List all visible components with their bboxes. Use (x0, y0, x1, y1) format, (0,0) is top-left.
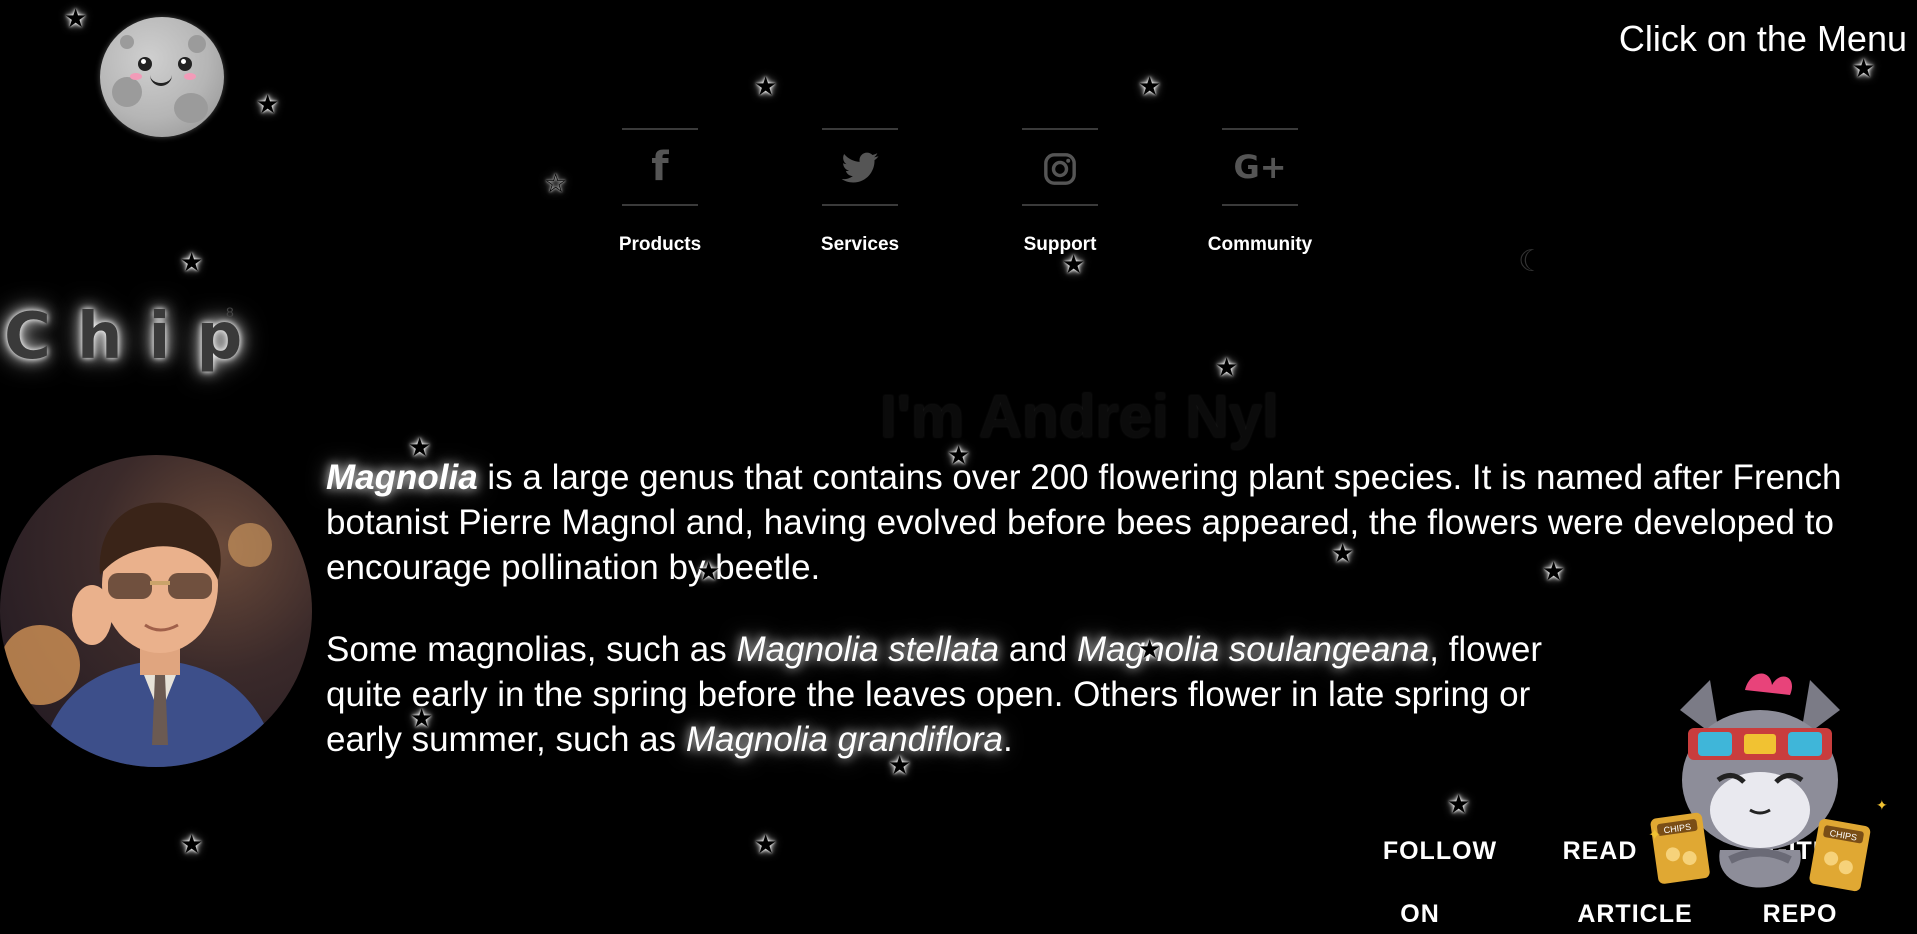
twitter-icon[interactable] (822, 128, 898, 206)
star-icon: ★ (1215, 353, 1239, 383)
paragraph-magnolia-flowering: Some magnolias, such as Magnolia stellat… (326, 627, 1586, 762)
crescent-moon-icon: ☾ (1518, 244, 1545, 279)
moon-crater (112, 77, 142, 107)
avatar-illustration (0, 502, 280, 767)
paragraph-text: is a large genus that contains over 200 … (326, 458, 1842, 587)
link-line[interactable]: ON (1320, 883, 1520, 934)
moon-crater (174, 93, 208, 123)
nav-label-community[interactable]: Community (1208, 234, 1313, 256)
paragraph-text: . (1002, 720, 1013, 759)
star-icon: ★ (888, 751, 912, 781)
twitter-bird-glyph (841, 152, 879, 183)
star-icon: ★ (697, 557, 721, 587)
facebook-icon[interactable]: f (622, 128, 698, 206)
sparkle-decoration: ✦ (1648, 827, 1661, 844)
star-icon: ★ (754, 830, 778, 860)
paragraph-magnolia-intro: Magnolia is a large genus that contains … (326, 455, 1886, 590)
moon-crater (120, 35, 134, 49)
nav-label-services[interactable]: Services (821, 234, 899, 256)
star-icon: ☆ (544, 169, 568, 199)
page: Click on the Menu f Products Services Su… (0, 0, 1917, 934)
nav-label-support[interactable]: Support (1024, 234, 1097, 256)
nav-item-services[interactable]: Services (820, 128, 900, 255)
star-icon: ★ (1447, 790, 1471, 820)
hero-headline: I'm Andrei Nyl (880, 383, 1279, 450)
cat-mascot: CHIPS CHIPS ✦ ✦ (1648, 673, 1888, 892)
species-name: Magnolia soulangeana (1077, 630, 1430, 669)
moon-eye (178, 57, 192, 71)
star-icon: ★ (180, 830, 204, 860)
nav-item-support[interactable]: Support (1020, 128, 1100, 255)
star-icon: ★ (408, 433, 432, 463)
star-icon: ★ (1542, 557, 1566, 587)
profile-avatar (0, 455, 312, 767)
moon-eye (138, 57, 152, 71)
star-icon: ★ (64, 4, 88, 34)
paragraph-text: Some magnolias, such as (326, 630, 737, 669)
species-name: Magnolia stellata (736, 630, 1000, 669)
moon-blush (184, 73, 196, 80)
star-icon: ★ (410, 704, 434, 734)
star-icon: ★ (1331, 539, 1355, 569)
chip-superscript: 8 (226, 304, 234, 320)
paragraph-text: and (999, 630, 1077, 669)
moon-logo[interactable] (100, 17, 224, 137)
instagram-icon[interactable] (1022, 128, 1098, 206)
species-name: Magnolia grandiflora (685, 720, 1003, 759)
nav-item-products[interactable]: f Products (619, 128, 701, 255)
star-icon: ★ (1138, 72, 1162, 102)
star-icon: ★ (256, 90, 280, 120)
star-icon: ★ (1062, 250, 1086, 280)
moon-smile (150, 71, 172, 86)
sparkle-decoration: ✦ (1876, 797, 1888, 813)
nav-item-community[interactable]: G+ Community (1208, 128, 1312, 255)
moon-blush (130, 73, 142, 80)
star-icon: ★ (754, 72, 778, 102)
nav-label-products[interactable]: Products (619, 234, 701, 256)
star-icon: ★ (1852, 54, 1876, 84)
google-plus-icon[interactable]: G+ (1222, 128, 1298, 206)
star-icon: ★ (180, 248, 204, 278)
star-icon: ★ (1138, 635, 1162, 665)
moon-crater (188, 35, 206, 53)
star-icon: ★ (947, 441, 971, 471)
term-magnolia: Magnolia (326, 458, 478, 497)
instagram-glyph (1044, 153, 1076, 185)
